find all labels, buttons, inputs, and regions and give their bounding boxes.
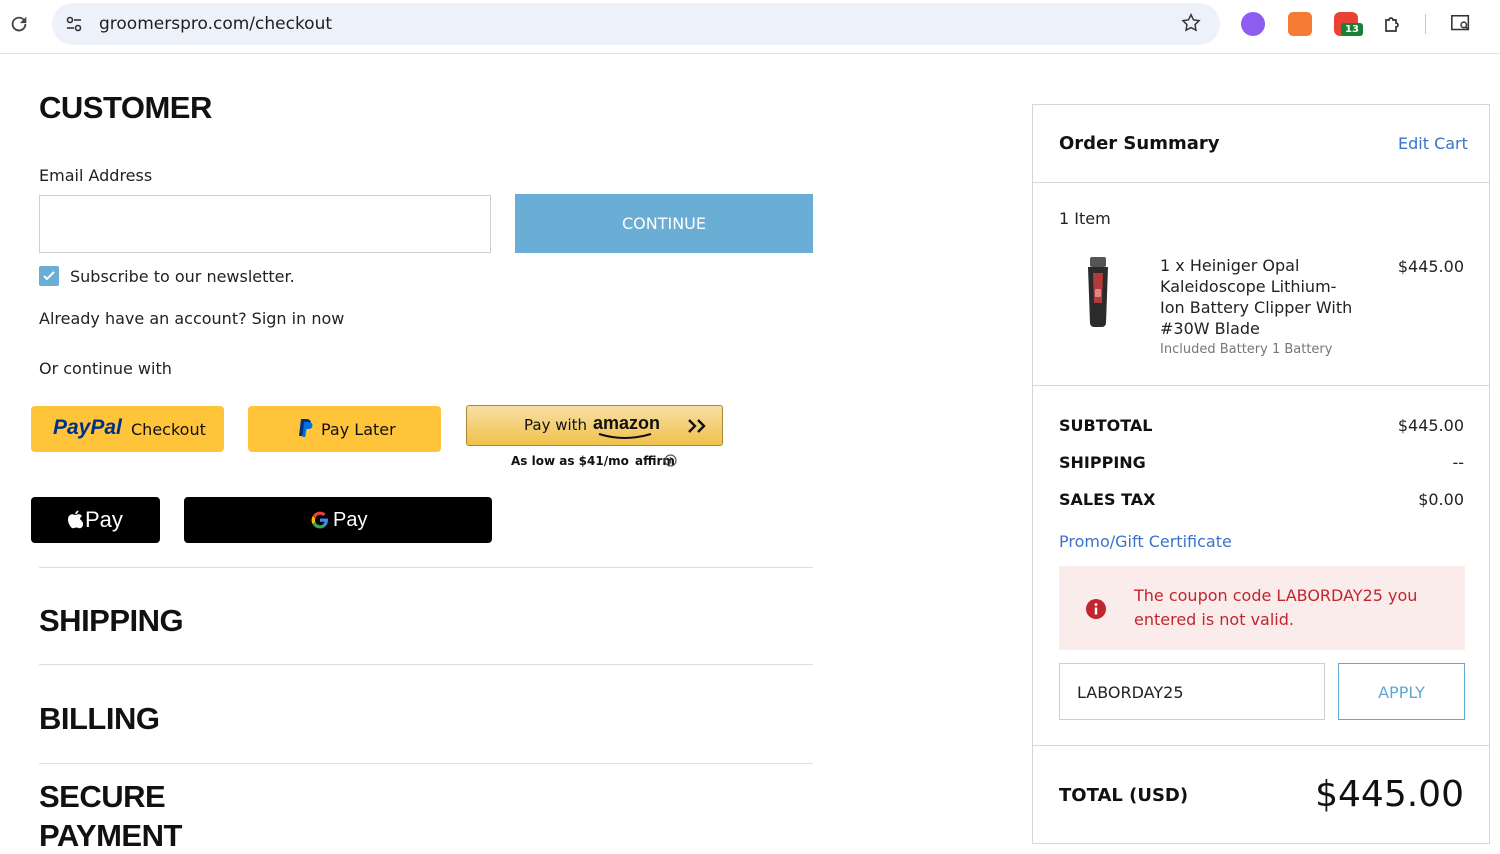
- google-pay-label: Pay: [333, 509, 368, 531]
- paypal-checkout-label: Checkout: [131, 420, 206, 439]
- affirm-financing-text: As low as $41/mo affirm: [511, 454, 675, 468]
- paylater-label: Pay Later: [321, 420, 396, 439]
- summary-divider: [1033, 745, 1489, 746]
- section-divider: [39, 763, 813, 764]
- url-text: groomerspro.com/checkout: [99, 14, 333, 34]
- google-g-icon: [311, 511, 328, 529]
- side-panel-search-icon[interactable]: [1449, 13, 1473, 35]
- checkmark-icon: [43, 271, 55, 281]
- toolbar-separator: [1425, 14, 1426, 34]
- coupon-error-line: The coupon code LABORDAY25 you: [1134, 586, 1418, 605]
- product-name-line: Ion Battery Clipper With: [1160, 298, 1353, 317]
- error-icon: [1086, 599, 1106, 619]
- product-name-line: 1 x Heiniger Opal: [1160, 256, 1300, 275]
- amazon-pay-prefix: Pay with: [524, 416, 588, 434]
- product-thumbnail: [1088, 257, 1108, 327]
- extension-orange-icon[interactable]: [1288, 12, 1312, 36]
- amazon-smile-icon: [598, 433, 652, 439]
- promo-gift-link[interactable]: Promo/Gift Certificate: [1059, 532, 1232, 551]
- or-continue-label: Or continue with: [39, 359, 172, 378]
- edit-cart-link[interactable]: Edit Cart: [1398, 134, 1468, 153]
- shipping-label: SHIPPING: [1059, 453, 1146, 472]
- sales-tax-value: $0.00: [1418, 490, 1464, 509]
- coupon-code-input[interactable]: LABORDAY25: [1059, 663, 1325, 720]
- secure-payment-heading-line1: SECURE: [39, 779, 166, 814]
- extension-badge: 13: [1341, 23, 1363, 36]
- reload-icon[interactable]: [8, 13, 30, 35]
- order-summary-title: Order Summary: [1059, 133, 1220, 154]
- info-icon[interactable]: [664, 454, 677, 467]
- product-price: $445.00: [1397, 257, 1464, 276]
- coupon-error-line: entered is not valid.: [1134, 610, 1294, 629]
- section-divider: [39, 664, 813, 665]
- shipping-value: --: [1452, 453, 1464, 472]
- bookmark-star-icon[interactable]: [1180, 12, 1202, 34]
- section-divider: [39, 567, 813, 568]
- coupon-error-message: The coupon code LABORDAY25 you entered i…: [1134, 584, 1417, 632]
- summary-divider: [1033, 385, 1489, 386]
- affirm-amount: As low as $41/mo: [511, 454, 629, 468]
- double-chevron-right-icon: [688, 419, 706, 433]
- product-name[interactable]: 1 x Heiniger Opal Kaleidoscope Lithium- …: [1160, 255, 1352, 339]
- apply-coupon-button[interactable]: APPLY: [1338, 663, 1465, 720]
- extension-purple-icon[interactable]: [1241, 12, 1265, 36]
- product-name-line: Kaleidoscope Lithium-: [1160, 277, 1337, 296]
- extensions-puzzle-icon[interactable]: [1381, 12, 1405, 36]
- paypal-p-icon: [299, 419, 313, 437]
- summary-divider: [1033, 182, 1489, 183]
- secure-payment-heading-line2: PAYMENT: [39, 818, 182, 853]
- paypal-checkout-button[interactable]: PayPal Checkout: [31, 406, 224, 452]
- signin-link[interactable]: Already have an account? Sign in now: [39, 309, 344, 328]
- coupon-error-alert: The coupon code LABORDAY25 you entered i…: [1059, 566, 1465, 650]
- shipping-heading: SHIPPING: [39, 603, 184, 638]
- amazon-logo: amazon: [593, 413, 661, 433]
- amazon-pay-button[interactable]: Pay with amazon: [466, 405, 723, 446]
- browser-toolbar: groomerspro.com/checkout 13: [0, 0, 1500, 54]
- product-option: Included Battery 1 Battery: [1160, 342, 1333, 357]
- sales-tax-label: SALES TAX: [1059, 490, 1156, 509]
- paypal-logo: PayPal: [53, 416, 122, 439]
- item-count: 1 Item: [1059, 209, 1111, 228]
- customer-heading: CUSTOMER: [39, 90, 212, 125]
- newsletter-label: Subscribe to our newsletter.: [70, 267, 295, 286]
- apple-pay-label: Pay: [85, 507, 123, 532]
- google-pay-button[interactable]: Pay: [184, 497, 492, 543]
- total-label: TOTAL (USD): [1059, 785, 1189, 806]
- email-label: Email Address: [39, 166, 153, 185]
- coupon-code-value: LABORDAY25: [1077, 683, 1184, 702]
- total-value: $445.00: [1315, 774, 1464, 815]
- email-field[interactable]: [39, 195, 491, 253]
- apple-logo-icon: [68, 510, 83, 529]
- address-bar[interactable]: groomerspro.com/checkout: [52, 3, 1220, 45]
- product-name-line: #30W Blade: [1160, 319, 1260, 338]
- site-settings-icon[interactable]: [64, 14, 84, 34]
- continue-button[interactable]: CONTINUE: [515, 194, 813, 253]
- apple-pay-button[interactable]: Pay: [31, 497, 160, 543]
- subtotal-label: SUBTOTAL: [1059, 416, 1153, 435]
- billing-heading: BILLING: [39, 701, 160, 736]
- paypal-paylater-button[interactable]: Pay Later: [248, 406, 441, 452]
- newsletter-checkbox[interactable]: [39, 266, 59, 286]
- subtotal-value: $445.00: [1397, 416, 1464, 435]
